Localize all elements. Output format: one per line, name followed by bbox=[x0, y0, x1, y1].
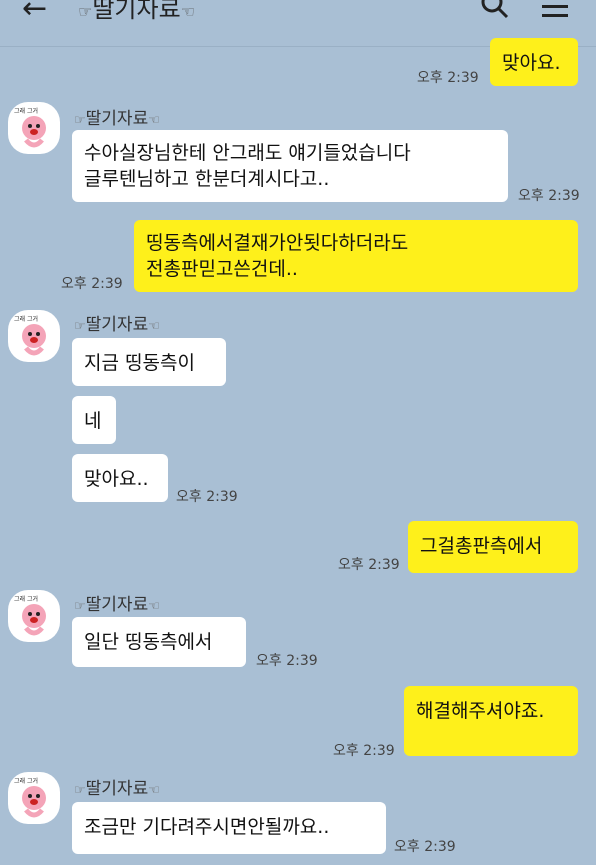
character-icon bbox=[22, 786, 46, 818]
message-bubble-incoming[interactable]: 맞아요.. bbox=[72, 454, 168, 502]
sender-name-text: 딸기자료 bbox=[85, 315, 149, 335]
avatar[interactable]: 그래 그거 bbox=[8, 310, 60, 362]
pointing-hand-right-icon: ☜ bbox=[148, 113, 160, 128]
message-text-line: 수아실장님한테 안그래도 얘기들었습니다 bbox=[84, 142, 411, 164]
search-icon[interactable] bbox=[480, 0, 510, 20]
message-time: 오후 2:39 bbox=[394, 839, 456, 855]
pointing-hand-right-icon: ☜ bbox=[148, 783, 160, 798]
message-bubble-incoming[interactable]: 수아실장님한테 안그래도 얘기들었습니다 글루텐님하고 한분더계시다고.. bbox=[72, 130, 508, 202]
pointing-hand-left-icon: ☞ bbox=[74, 113, 86, 128]
message-text-line: 글루텐님하고 한분더계시다고.. bbox=[84, 168, 330, 190]
pointing-hand-left-icon: ☞ bbox=[74, 599, 86, 614]
sender-name-text: 딸기자료 bbox=[85, 779, 149, 799]
message-text: 그걸총판측에서 bbox=[420, 535, 543, 557]
message-bubble-outgoing[interactable]: 그걸총판측에서 bbox=[408, 521, 578, 573]
message-time: 오후 2:39 bbox=[256, 653, 318, 669]
avatar[interactable]: 그래 그거 bbox=[8, 102, 60, 154]
sender-name: ☞딸기자료☜ bbox=[74, 774, 160, 799]
pointing-hand-left-icon: ☞ bbox=[78, 2, 93, 21]
pointing-hand-right-icon: ☜ bbox=[180, 2, 196, 21]
message-bubble-incoming[interactable]: 조금만 기다려주시면안될까요.. bbox=[72, 802, 386, 854]
message-text-line: 전총판믿고쓴건데.. bbox=[146, 258, 298, 280]
message-text: 맞아요.. bbox=[84, 468, 149, 490]
sender-name-text: 딸기자료 bbox=[85, 595, 149, 615]
message-time: 오후 2:39 bbox=[518, 188, 580, 204]
message-time: 오후 2:39 bbox=[417, 70, 479, 86]
pointing-hand-right-icon: ☜ bbox=[148, 599, 160, 614]
message-text-line: 띵동측에서결재가안됫다하더라도 bbox=[146, 232, 409, 254]
message-bubble-outgoing[interactable]: 맞아요. bbox=[490, 38, 578, 86]
avatar[interactable]: 그래 그거 bbox=[8, 772, 60, 824]
chat-title: ☞딸기자료☜ bbox=[78, 0, 195, 27]
message-text: 해결해주셔야죠. bbox=[416, 700, 545, 722]
message-time: 오후 2:39 bbox=[338, 557, 400, 573]
message-time: 오후 2:39 bbox=[61, 276, 123, 292]
message-text: 맞아요. bbox=[502, 52, 561, 74]
message-time: 오후 2:39 bbox=[333, 743, 395, 759]
chat-title-text: 딸기자료 bbox=[92, 0, 181, 23]
message-time: 오후 2:39 bbox=[176, 489, 238, 505]
back-arrow-icon[interactable]: ← bbox=[22, 0, 47, 24]
message-bubble-incoming[interactable]: 지금 띵동측이 bbox=[72, 338, 226, 386]
character-icon bbox=[22, 604, 46, 636]
sender-name-text: 딸기자료 bbox=[85, 109, 149, 129]
message-text: 지금 띵동측이 bbox=[84, 352, 195, 374]
pointing-hand-right-icon: ☜ bbox=[148, 319, 160, 334]
sender-name: ☞딸기자료☜ bbox=[74, 310, 160, 335]
pointing-hand-left-icon: ☞ bbox=[74, 783, 86, 798]
avatar[interactable]: 그래 그거 bbox=[8, 590, 60, 642]
message-text: 네 bbox=[84, 410, 102, 432]
message-bubble-outgoing[interactable]: 해결해주셔야죠. bbox=[404, 686, 578, 756]
message-bubble-incoming[interactable]: 네 bbox=[72, 396, 116, 444]
message-bubble-outgoing[interactable]: 띵동측에서결재가안됫다하더라도 전총판믿고쓴건데.. bbox=[134, 220, 578, 292]
menu-icon[interactable] bbox=[542, 0, 568, 17]
sender-name: ☞딸기자료☜ bbox=[74, 104, 160, 129]
message-text: 일단 띵동측에서 bbox=[84, 631, 213, 653]
character-icon bbox=[22, 324, 46, 356]
message-bubble-incoming[interactable]: 일단 띵동측에서 bbox=[72, 617, 246, 667]
pointing-hand-left-icon: ☞ bbox=[74, 319, 86, 334]
message-text: 조금만 기다려주시면안될까요.. bbox=[84, 816, 330, 838]
sender-name: ☞딸기자료☜ bbox=[74, 590, 160, 615]
character-icon bbox=[22, 116, 46, 148]
